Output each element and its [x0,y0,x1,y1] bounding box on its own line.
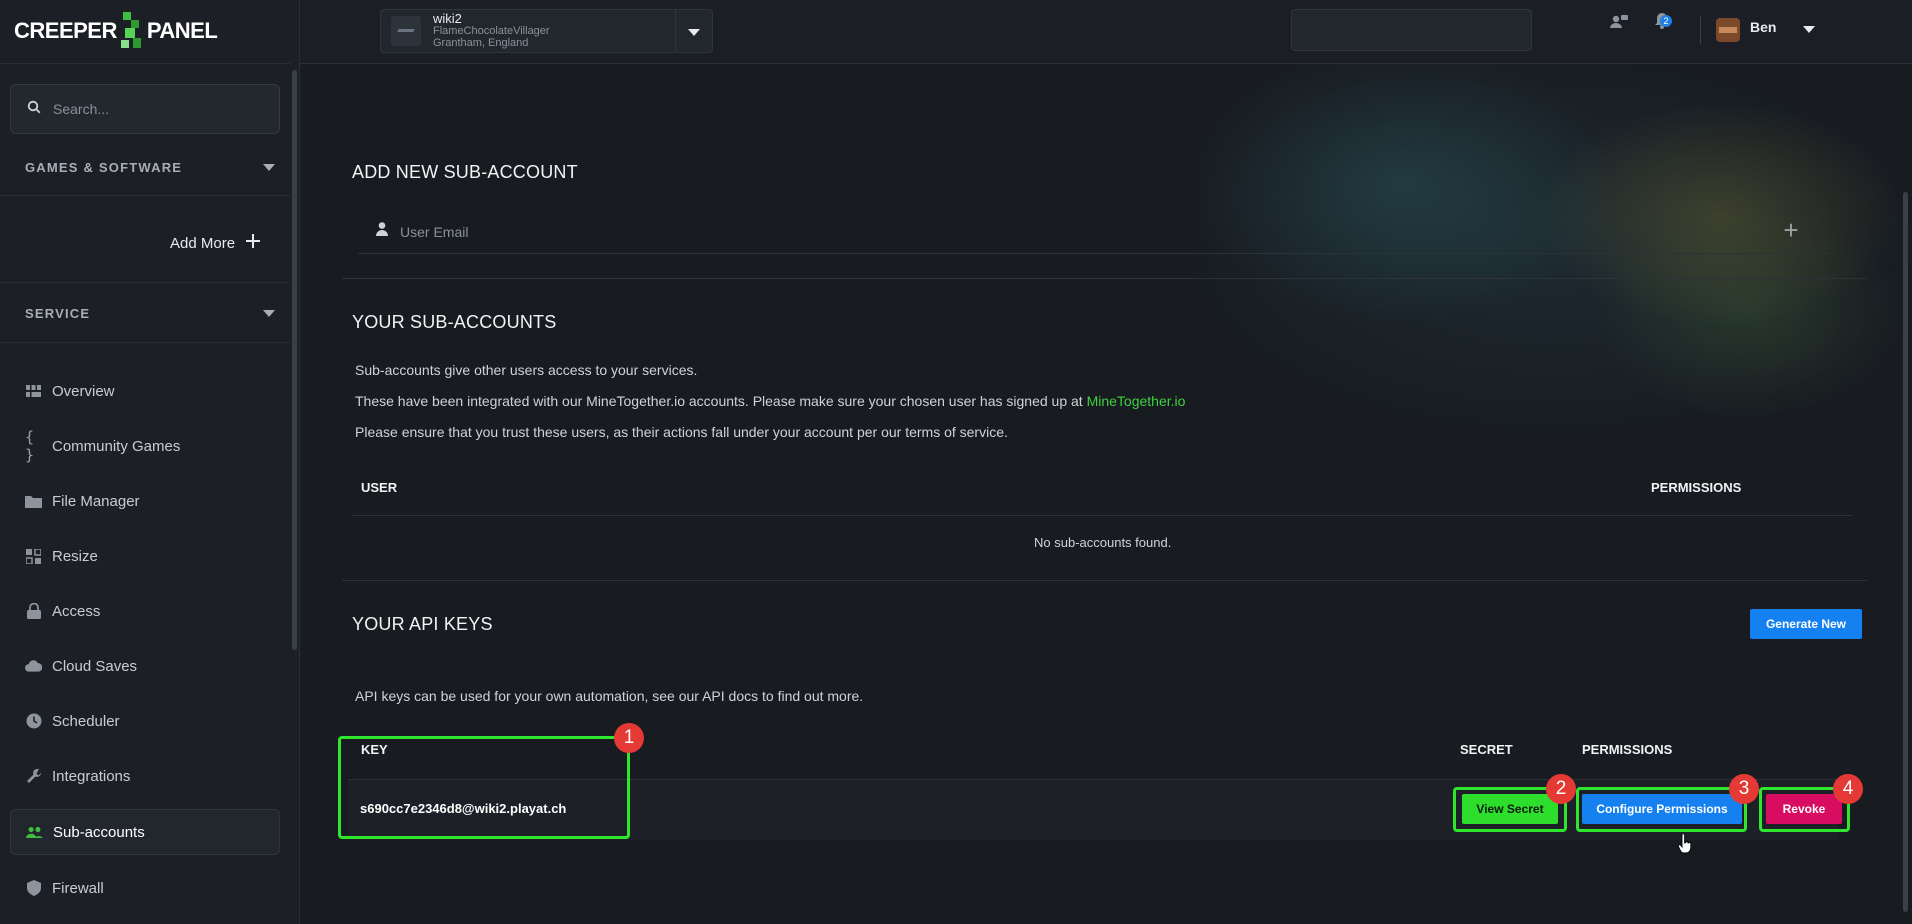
server-info: wiki2 FlameChocolateVillager Grantham, E… [433,11,550,49]
api-keys-title: YOUR API KEYS [352,614,493,634]
cloud-icon [25,658,42,675]
add-more-button[interactable]: Add More [170,232,261,254]
clock-icon [25,713,42,730]
sidebar-divider [0,63,290,64]
table-divider [352,515,1852,516]
sidebar-item-label: Resize [52,547,98,565]
subaccounts-title: YOUR SUB-ACCOUNTS [352,312,557,332]
col-permissions-header: PERMISSIONS [1651,480,1742,495]
add-more-label: Add More [170,234,236,252]
sidebar-divider [0,195,290,196]
sidebar-item-label: Scheduler [52,712,120,730]
user-menu-bar [1291,9,1532,51]
braces-icon: { } [25,428,35,464]
sidebar-item-cloud-saves[interactable]: Cloud Saves [10,643,280,689]
sidebar-item-label: Community Games [52,437,181,455]
empty-subaccounts-message: No sub-accounts found. [1034,535,1172,550]
chevron-down-icon[interactable] [688,29,700,36]
annotation-marker-4: 4 [1833,774,1863,804]
background-art [900,64,1912,484]
chevron-down-icon[interactable] [1803,26,1815,33]
sidebar-item-label: File Manager [52,492,140,510]
sidebar-item-access[interactable]: Access [10,588,280,634]
sidebar-divider [0,282,290,283]
logo-text-left: CREEPER [14,18,117,43]
topbar-divider [1700,16,1701,44]
sidebar-item-file-manager[interactable]: File Manager [10,478,280,524]
chevron-down-icon [263,309,275,317]
sidebar-item-scheduler[interactable]: Scheduler [10,698,280,744]
add-subaccount-title: ADD NEW SUB-ACCOUNT [352,162,578,182]
section-divider [342,278,1867,279]
resize-icon [25,548,42,565]
minetogether-link[interactable]: MineTogether.io [1087,393,1186,409]
sidebar-item-label: Overview [52,382,115,400]
selector-divider [675,10,676,52]
logo-text-right: PANEL [146,18,218,43]
notification-badge: 2 [1660,15,1672,27]
subaccounts-info-3: Please ensure that you trust these users… [355,424,1008,440]
add-subaccount-row: + [358,210,1832,254]
user-name[interactable]: Ben [1750,19,1776,35]
add-subaccount-button[interactable]: + [1780,217,1802,243]
col-secret-header: SECRET [1460,742,1513,757]
friends-icon[interactable] [1609,11,1629,31]
user-icon [376,222,388,241]
top-bar: wiki2 FlameChocolateVillager Grantham, E… [300,0,1912,64]
lock-icon [25,603,42,620]
sidebar-item-label: Integrations [52,767,131,785]
subaccounts-info-2: These have been integrated with our Mine… [355,393,1185,409]
chevron-down-icon [263,163,275,171]
api-keys-description: API keys can be used for your own automa… [355,688,864,704]
highlight-key [338,736,630,839]
col-permissions-header: PERMISSIONS [1582,742,1673,757]
sidebar-item-label: Access [52,602,101,620]
avatar[interactable] [1716,18,1740,42]
annotation-marker-2: 2 [1546,774,1576,804]
sidebar-item-sub-accounts[interactable]: Sub-accounts [10,809,280,855]
sidebar-search[interactable] [10,84,280,134]
server-name: wiki2 [433,11,462,26]
sidebar-item-firewall[interactable]: Firewall [10,865,280,911]
sidebar-item-label: Firewall [52,879,104,897]
users-icon [26,824,43,841]
search-input[interactable] [53,101,253,117]
annotation-marker-1: 1 [614,723,644,753]
games-software-section[interactable]: GAMES & SOFTWARE [25,152,275,182]
annotation-marker-3: 3 [1729,774,1759,804]
sidebar-scrollbar[interactable] [292,70,297,650]
sidebar-item-integrations[interactable]: Integrations [10,753,280,799]
search-icon [27,100,41,119]
hand-cursor-icon [1677,833,1692,854]
creeperpanel-logo[interactable]: CREEPER PANEL [14,8,218,54]
generate-new-button[interactable]: Generate New [1750,609,1862,639]
sidebar-item-label: Cloud Saves [52,657,138,675]
subaccounts-info-2-text: These have been integrated with our Mine… [355,393,1087,409]
creeper-logo-icon [118,8,145,54]
plus-icon [245,233,261,253]
server-selector[interactable]: wiki2 FlameChocolateVillager Grantham, E… [380,9,713,53]
highlight-configure [1576,787,1747,832]
service-label: SERVICE [25,305,91,321]
wrench-icon [25,768,42,785]
folder-icon [25,493,42,510]
sidebar-item-label: Sub-accounts [53,823,145,841]
shield-icon [25,880,42,897]
sidebar-item-resize[interactable]: Resize [10,533,280,579]
server-host: FlameChocolateVillager [433,25,550,37]
grid-icon [25,383,42,400]
sidebar-item-community-games[interactable]: { } Community Games [10,423,280,469]
section-divider [342,580,1867,581]
user-email-field[interactable] [400,223,800,240]
service-section[interactable]: SERVICE [25,298,275,328]
subaccounts-info-1: Sub-accounts give other users access to … [355,362,698,378]
sidebar-divider [0,342,290,343]
games-software-label: GAMES & SOFTWARE [25,159,183,175]
main-scrollbar[interactable] [1903,192,1908,912]
col-user-header: USER [361,480,398,495]
server-thumbnail [391,16,421,46]
server-location: Grantham, England [433,37,529,49]
sidebar-item-overview[interactable]: Overview [10,368,280,414]
sidebar: CREEPER PANEL GAMES & SOFTWARE Add More … [0,0,300,924]
